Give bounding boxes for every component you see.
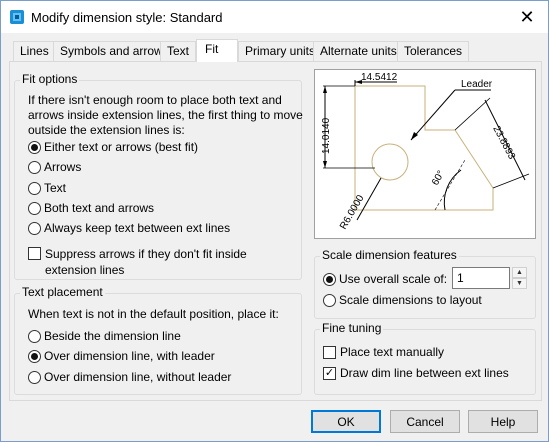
radio-use-overall-scale[interactable]: Use overall scale of: [323,272,447,286]
text-placement-description: When text is not in the default position… [28,307,279,321]
tab-text[interactable]: Text [160,41,197,62]
spin-up-button[interactable]: ▲ [512,267,527,278]
radio-best-fit[interactable]: Either text or arrows (best fit) [28,140,198,154]
spin-down-button[interactable]: ▼ [512,278,527,289]
radius-text: R6.0000 [338,193,367,232]
place-text-manually-checkbox[interactable]: Place text manually [323,345,444,359]
close-icon: ✕ [519,6,535,27]
preview-drawing: 14.5412 14.0140 Leader 23.8893 60° R6.00… [321,72,530,232]
dimension-preview: 14.5412 14.0140 Leader 23.8893 60° R6.00… [314,69,536,239]
text-placement-title: Text placement [20,285,105,299]
radio-indicator[interactable] [323,293,336,307]
window-title: Modify dimension style: Standard [31,10,223,25]
checkbox-indicator[interactable] [28,247,41,260]
radio-indicator[interactable] [28,349,41,363]
app-icon [10,10,24,24]
tab-lines[interactable]: Lines [13,41,56,62]
tab-fit[interactable]: Fit [196,39,238,62]
scale-spinner[interactable]: 1 ▲ ▼ [452,267,527,289]
dialog-window: Modify dimension style: Standard ✕ Lines… [0,0,549,442]
scale-features-title: Scale dimension features [320,248,459,262]
tab-tolerances[interactable]: Tolerances [397,41,470,62]
dim-diag-text: 23.8893 [490,124,517,161]
chevron-up-icon: ▲ [516,269,523,276]
radio-scale-to-layout[interactable]: Scale dimensions to layout [323,293,482,307]
tab-symbols-and-arrows[interactable]: Symbols and arrows [53,41,176,62]
radio-both-text-and-arrows[interactable]: Both text and arrows [28,201,154,215]
radio-beside-dimension-line[interactable]: Beside the dimension line [28,329,181,343]
radio-indicator[interactable] [28,221,41,235]
draw-dim-line-checkbox[interactable]: ✓ Draw dim line between ext lines [323,366,509,380]
radio-indicator[interactable] [28,201,41,215]
tab-primary-units[interactable]: Primary units [238,41,323,62]
radio-indicator[interactable] [28,329,41,343]
radio-text[interactable]: Text [28,181,66,195]
checkbox-indicator[interactable] [323,345,336,359]
radio-indicator[interactable] [28,140,41,154]
radio-indicator[interactable] [28,370,41,384]
dim-left-text: 14.0140 [321,117,332,154]
close-button[interactable]: ✕ [512,5,542,29]
check-icon: ✓ [324,366,335,379]
title-bar: Modify dimension style: Standard ✕ [1,1,548,33]
suppress-arrows-checkbox[interactable]: Suppress arrows if they don't fit inside… [28,246,247,278]
radio-indicator[interactable] [28,160,41,174]
help-button[interactable]: Help [468,410,538,433]
cancel-button[interactable]: Cancel [390,410,460,433]
checkbox-indicator[interactable]: ✓ [323,366,336,380]
radio-over-with-leader[interactable]: Over dimension line, with leader [28,349,215,363]
angle-text: 60° [430,169,447,188]
fine-tuning-title: Fine tuning [320,321,384,335]
fit-options-description: If there isn't enough room to place both… [28,93,303,137]
dim-top-text: 14.5412 [361,72,398,83]
ok-button[interactable]: OK [311,410,381,433]
radio-indicator[interactable] [323,272,336,286]
scale-input[interactable]: 1 [452,267,510,289]
radio-always-keep-text[interactable]: Always keep text between ext lines [28,221,230,235]
radio-indicator[interactable] [28,181,41,195]
chevron-down-icon: ▼ [516,280,523,287]
radio-over-without-leader[interactable]: Over dimension line, without leader [28,370,231,384]
tab-alternate-units[interactable]: Alternate units [313,41,404,62]
leader-text: Leader [461,79,493,90]
fit-options-title: Fit options [20,72,80,86]
fine-tuning-group: Fine tuning [314,321,536,395]
radio-arrows[interactable]: Arrows [28,160,81,174]
